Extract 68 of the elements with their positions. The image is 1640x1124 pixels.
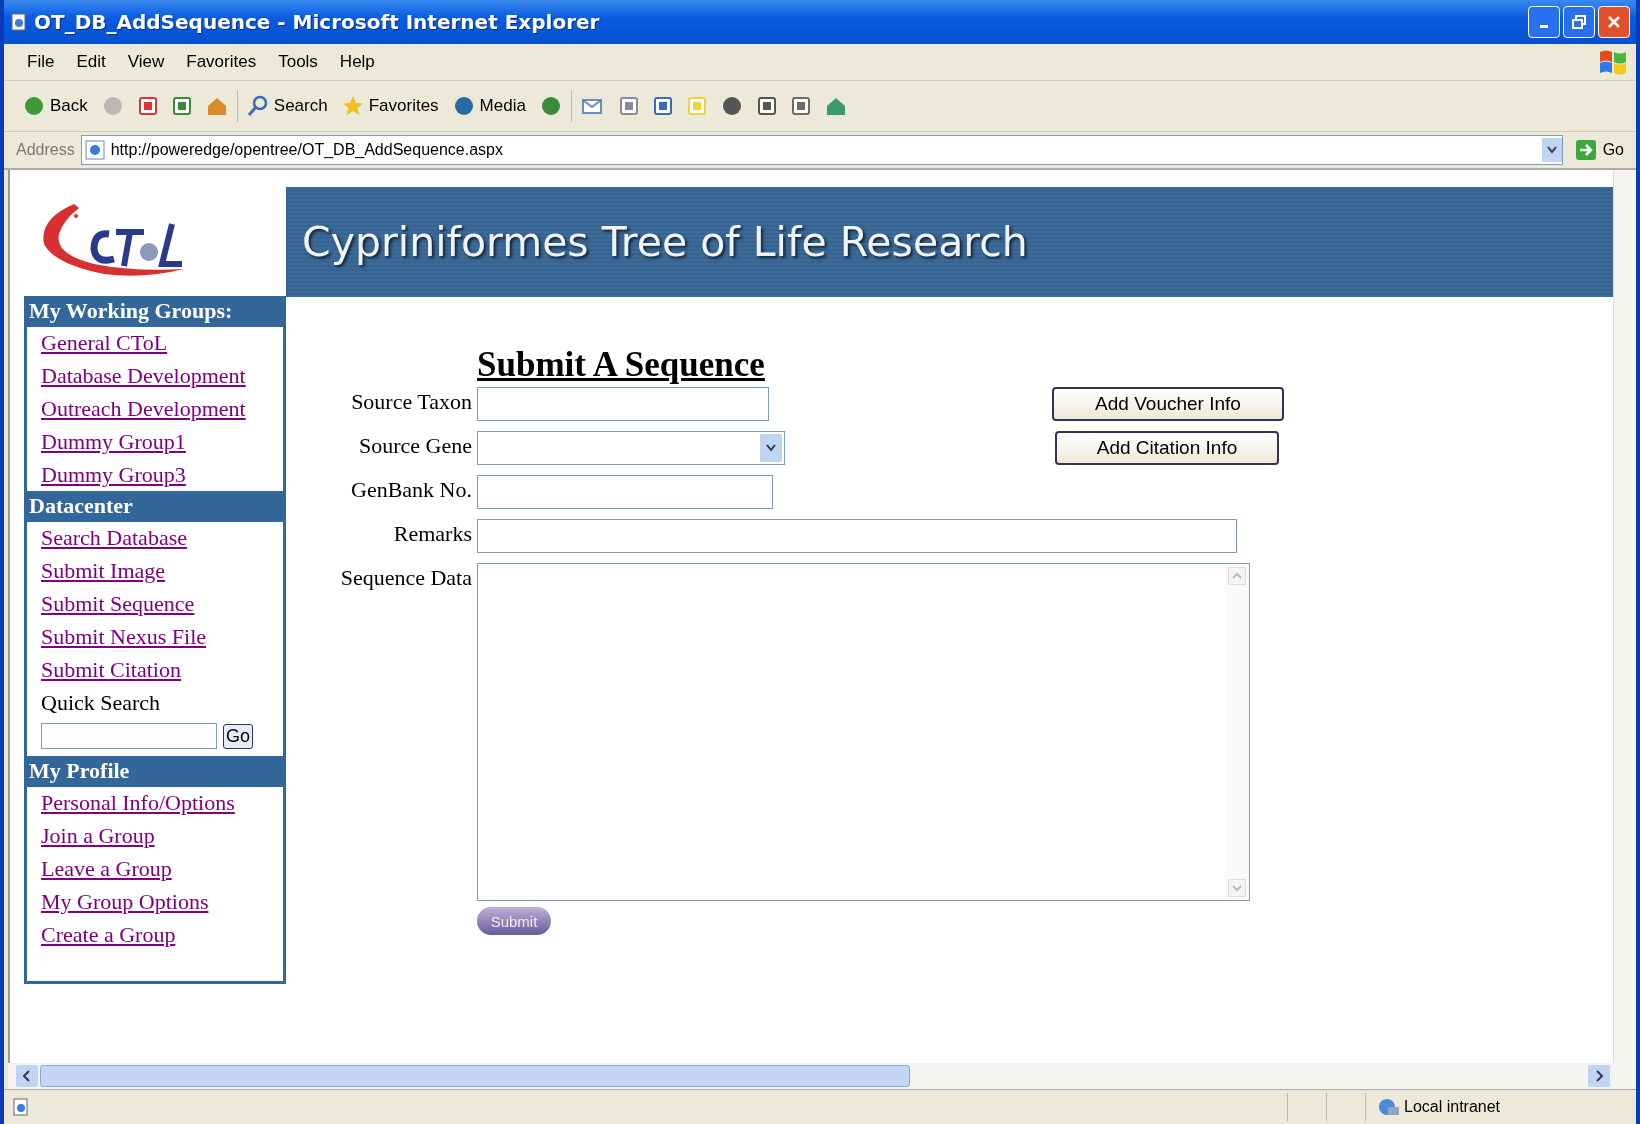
scroll-left-icon[interactable] bbox=[16, 1065, 38, 1087]
minimize-button[interactable] bbox=[1528, 6, 1560, 38]
toolbar-button[interactable]: Favorites bbox=[336, 93, 444, 119]
toolbar-button[interactable]: Search bbox=[241, 93, 333, 119]
sidebar-link[interactable]: Submit Citation bbox=[41, 657, 181, 683]
windows-logo-icon bbox=[1598, 48, 1628, 76]
page-icon bbox=[84, 140, 105, 160]
field-label: Sequence Data bbox=[339, 564, 472, 591]
close-button[interactable] bbox=[1598, 6, 1630, 38]
sidebar-link[interactable]: My Group Options bbox=[41, 889, 209, 915]
menu-item[interactable]: Tools bbox=[267, 52, 329, 72]
go-button[interactable]: Go bbox=[1568, 139, 1630, 161]
sidebar-link[interactable]: General CToL bbox=[41, 330, 168, 356]
field-label: GenBank No. bbox=[350, 476, 472, 503]
sidebar-heading: My Working Groups: bbox=[27, 296, 283, 327]
sidebar-link[interactable]: Database Development bbox=[41, 363, 246, 389]
star-icon bbox=[341, 95, 364, 117]
restore-button[interactable] bbox=[1563, 6, 1595, 38]
menu-item[interactable]: Help bbox=[328, 52, 386, 72]
circle-icon bbox=[23, 95, 45, 117]
sidebar-link[interactable]: Join a Group bbox=[41, 823, 155, 849]
zone-label: Local intranet bbox=[1404, 1098, 1501, 1116]
sidebar-link[interactable]: Outreach Development bbox=[41, 396, 246, 422]
scroll-right-icon[interactable] bbox=[1588, 1065, 1610, 1087]
banner-title: Cypriniformes Tree of Life Research bbox=[302, 218, 1028, 266]
window-title: OT_DB_AddSequence - Microsoft Internet Explorer bbox=[34, 10, 600, 34]
quick-search-field[interactable] bbox=[41, 723, 217, 749]
sidebar-heading: My Profile bbox=[27, 756, 283, 787]
field-label: Source Taxon bbox=[350, 388, 472, 415]
sidebar-link[interactable]: Create a Group bbox=[41, 922, 176, 948]
form-title: Submit A Sequence bbox=[477, 345, 766, 385]
minimize-icon bbox=[1540, 25, 1548, 28]
page-icon bbox=[12, 1098, 30, 1116]
go-button[interactable]: Go bbox=[223, 723, 253, 749]
text-field[interactable] bbox=[477, 387, 769, 421]
menu-item[interactable]: File bbox=[16, 52, 66, 72]
dropdown-field[interactable] bbox=[477, 431, 785, 465]
sidebar-link[interactable]: Dummy Group3 bbox=[41, 462, 186, 488]
form-button[interactable]: Add Citation Info bbox=[1055, 431, 1279, 465]
field-label: Remarks bbox=[392, 520, 472, 547]
toolbar-button[interactable]: Back bbox=[18, 93, 93, 119]
close-icon bbox=[1607, 15, 1621, 29]
text-field[interactable] bbox=[477, 475, 773, 509]
sidebar-link[interactable]: Submit Image bbox=[41, 558, 166, 584]
search-icon bbox=[246, 95, 269, 117]
quick-search-label: Quick Search bbox=[41, 690, 161, 716]
sidebar-heading: Datacenter bbox=[27, 491, 283, 522]
text-field[interactable] bbox=[477, 519, 1237, 553]
toolbar-button[interactable]: Media bbox=[447, 93, 531, 119]
sidebar-link[interactable]: Submit Sequence bbox=[41, 591, 195, 617]
sidebar-link[interactable]: Dummy Group1 bbox=[41, 429, 186, 455]
form-button[interactable]: Add Voucher Info bbox=[1052, 387, 1284, 421]
restore-icon bbox=[1572, 15, 1586, 29]
sidebar-link[interactable]: Leave a Group bbox=[41, 856, 172, 882]
sidebar-link[interactable]: Search Database bbox=[41, 525, 187, 551]
circle-icon bbox=[452, 95, 475, 117]
scroll-down-icon[interactable] bbox=[1228, 879, 1246, 897]
field-label: Source Gene bbox=[358, 432, 472, 459]
sidebar-link[interactable]: Personal Info/Options bbox=[41, 790, 235, 816]
scroll-up-icon[interactable] bbox=[1228, 567, 1246, 585]
address-label: Address bbox=[16, 141, 75, 159]
sidebar-link[interactable]: Submit Nexus File bbox=[41, 624, 206, 650]
globe-icon bbox=[1376, 1097, 1400, 1117]
page-icon bbox=[10, 13, 28, 31]
menu-item[interactable]: Favorites bbox=[175, 52, 268, 72]
address-field[interactable]: http://poweredge/opentree/OT_DB_AddSequence.aspx bbox=[80, 135, 1563, 165]
menu-item[interactable]: Edit bbox=[65, 52, 117, 72]
menu-item[interactable]: View bbox=[116, 52, 176, 72]
